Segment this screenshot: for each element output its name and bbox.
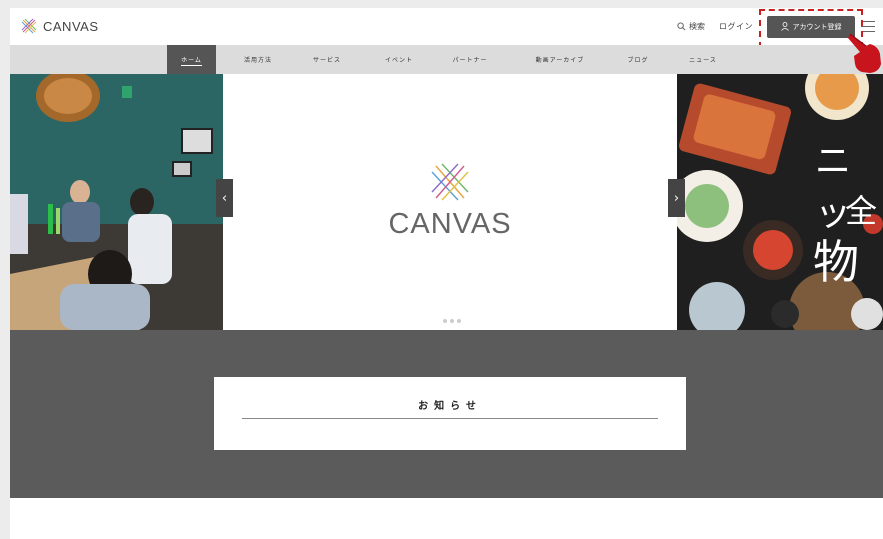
pointing-hand-icon (848, 33, 881, 73)
meeting-photo-illustration (10, 74, 223, 330)
canvas-mark-icon (431, 163, 469, 201)
notices-divider (242, 418, 658, 419)
account-register-label: アカウント登録 (792, 22, 842, 31)
login-link[interactable]: ログイン (719, 21, 753, 32)
nav-item-news[interactable]: ニュース (680, 45, 726, 74)
nav-item-label: サービス (312, 57, 341, 64)
nav-item-label: ホーム (181, 57, 202, 64)
notices-title: お知らせ (418, 401, 482, 412)
page: CANVAS 検索 ログイン アカウント登録 ホーム 活用方法 サービス イベン… (10, 8, 883, 539)
nav-item-video-archive[interactable]: 動画アーカイブ (525, 45, 595, 74)
slide-photo-food[interactable]: ニッ 全 物 (677, 74, 883, 330)
nav-item-home[interactable]: ホーム (167, 45, 216, 74)
main-nav: ホーム 活用方法 サービス イベント パートナー 動画アーカイブ ブログ ニュー… (10, 45, 883, 74)
logo-text: CANVAS (43, 18, 99, 34)
nav-active-underline (181, 65, 202, 66)
slide-text-line-3: 物 (813, 235, 859, 289)
nav-item-blog[interactable]: ブログ (618, 45, 658, 74)
notices-box: お知らせ (214, 377, 686, 450)
slider-dot[interactable] (450, 319, 454, 323)
user-icon (780, 22, 789, 31)
nav-item-label: ブログ (627, 57, 649, 64)
nav-item-label: イベント (384, 57, 413, 64)
canvas-brand-text: CANVAS (388, 208, 512, 240)
nav-item-partners[interactable]: パートナー (442, 45, 498, 74)
account-register-button[interactable]: アカウント登録 (759, 8, 863, 48)
nav-item-usage[interactable]: 活用方法 (233, 45, 283, 74)
site-logo[interactable]: CANVAS (20, 17, 99, 35)
slider-prev-button[interactable]: ‹ (216, 179, 233, 217)
nav-item-label: 活用方法 (243, 57, 272, 64)
nav-item-label: パートナー (452, 57, 488, 64)
nav-item-events[interactable]: イベント (374, 45, 424, 74)
site-header: CANVAS 検索 ログイン アカウント登録 (10, 8, 883, 48)
slider-dot[interactable] (457, 319, 461, 323)
slider-next-button[interactable]: › (668, 179, 685, 217)
slide-photo-meeting[interactable] (10, 74, 223, 330)
logo-mark-icon (21, 18, 37, 34)
search-label: 検索 (689, 22, 705, 31)
nav-item-services[interactable]: サービス (302, 45, 352, 74)
notices-section: お知らせ (10, 330, 883, 498)
nav-item-label: ニュース (689, 57, 717, 64)
search-link[interactable]: 検索 (677, 21, 705, 32)
search-icon (677, 22, 686, 31)
slide-canvas-brand[interactable]: CANVAS (223, 74, 677, 330)
slider-dot[interactable] (443, 319, 447, 323)
hero-slider: CANVAS ニッ 全 物 ‹ › (10, 74, 883, 330)
nav-item-label: 動画アーカイブ (535, 57, 585, 64)
slider-pagination (443, 319, 461, 323)
